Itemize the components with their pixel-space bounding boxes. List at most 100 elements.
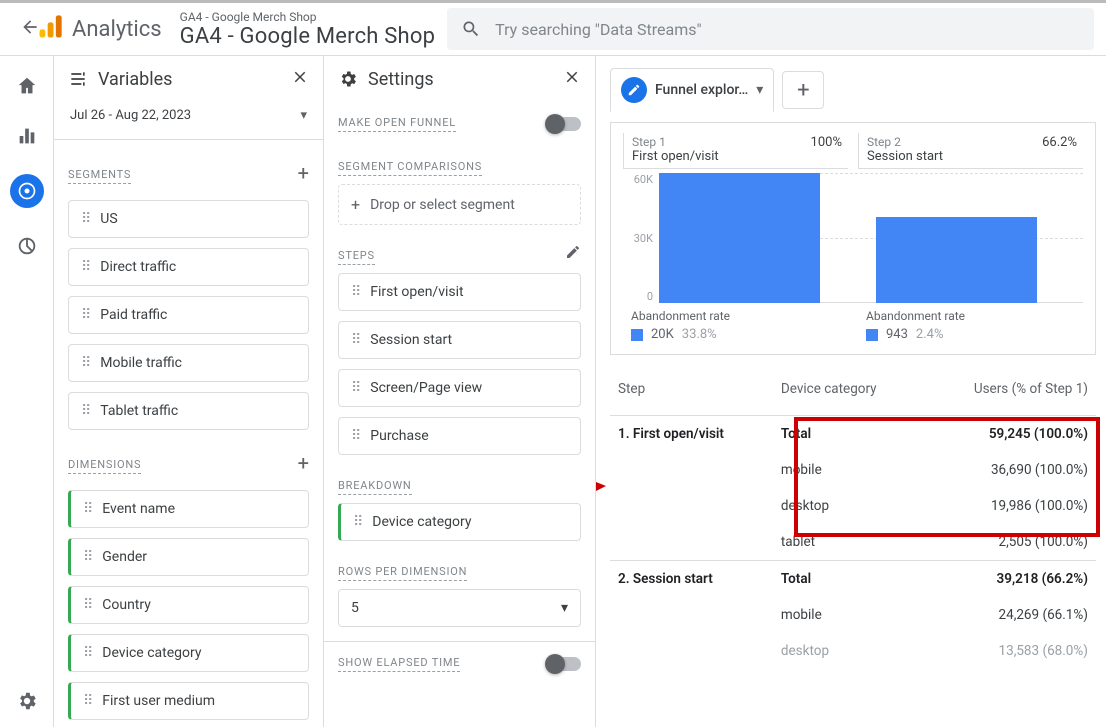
- dimension-chip[interactable]: ⠿Event name: [68, 490, 309, 528]
- table-row: mobile24,269 (66.1%): [610, 597, 1096, 633]
- nav-admin-icon[interactable]: [15, 689, 39, 713]
- ga-logo-icon: [36, 13, 64, 45]
- analytics-wordmark: Analytics: [72, 17, 162, 42]
- drag-handle-icon: ⠿: [83, 549, 92, 565]
- property-big-label: GA4 - Google Merch Shop: [180, 24, 436, 49]
- drag-handle-icon: ⠿: [81, 355, 90, 371]
- segment-label: Mobile traffic: [100, 355, 182, 371]
- exploration-tab[interactable]: Funnel explor… ▾: [610, 68, 774, 112]
- property-small-label: GA4 - Google Merch Shop: [180, 10, 436, 24]
- drop-segment-label: Drop or select segment: [370, 197, 515, 213]
- drag-handle-icon: ⠿: [81, 211, 90, 227]
- dimension-chip[interactable]: ⠿ Country: [68, 586, 309, 624]
- breakdown-chip[interactable]: ⠿ Device category: [338, 503, 581, 541]
- search-placeholder: Try searching "Data Streams": [495, 20, 702, 39]
- add-segment-button[interactable]: +: [298, 161, 309, 185]
- step-label: Session start: [370, 332, 452, 348]
- segment-chip[interactable]: ⠿ US: [68, 200, 309, 238]
- y-axis-ticks: 60K 30K 0: [623, 173, 653, 303]
- back-icon[interactable]: [12, 9, 32, 49]
- drop-segment-zone[interactable]: + Drop or select segment: [338, 184, 581, 225]
- date-range-selector[interactable]: Jul 26 - Aug 22, 2023 ▾: [68, 102, 309, 125]
- drag-handle-icon: ⠿: [83, 693, 92, 709]
- segment-label: Paid traffic: [100, 307, 167, 323]
- elapsed-time-label: SHOW ELAPSED TIME: [338, 656, 460, 672]
- property-selector[interactable]: GA4 - Google Merch Shop GA4 - Google Mer…: [180, 10, 436, 49]
- close-variables-button[interactable]: [291, 68, 309, 90]
- segments-heading: SEGMENTS: [68, 168, 131, 184]
- segment-chip[interactable]: ⠿ Direct traffic: [68, 248, 309, 286]
- funnel-step-header: Step 2Session start66.2%: [858, 133, 1083, 169]
- step-label: Screen/Page view: [370, 380, 482, 396]
- col-users: Users (% of Step 1): [922, 371, 1096, 416]
- add-dimension-button[interactable]: +: [298, 451, 309, 475]
- dimension-chip[interactable]: ⠿ Device category: [68, 634, 309, 672]
- dimension-label: Device category: [102, 645, 201, 661]
- edit-steps-button[interactable]: [565, 244, 581, 264]
- variables-title: Variables: [98, 69, 281, 90]
- funnel-data-table: Step Device category Users (% of Step 1)…: [610, 371, 1096, 669]
- step-chip[interactable]: ⠿ Purchase: [338, 417, 581, 455]
- edit-tab-icon: [621, 77, 647, 103]
- abandonment-meta: Abandonment rate20K33.8%: [623, 309, 848, 342]
- segment-label: US: [100, 211, 117, 227]
- table-group-row: 1. First open/visitTotal59,245 (100.0%): [610, 416, 1096, 453]
- segment-chip[interactable]: ⠿Tablet traffic: [68, 392, 309, 430]
- col-step: Step: [610, 371, 773, 416]
- segment-label: Tablet traffic: [100, 403, 178, 419]
- drag-handle-icon: ⠿: [81, 259, 90, 275]
- funnel-bar: [659, 173, 820, 303]
- nav-reports-icon[interactable]: [15, 124, 39, 148]
- segment-comparisons-label: SEGMENT COMPARISONS: [338, 160, 482, 176]
- segment-chip[interactable]: ⠿ Mobile traffic: [68, 344, 309, 382]
- rows-per-dim-select[interactable]: 5 ▾: [338, 589, 581, 627]
- elapsed-time-toggle[interactable]: [547, 657, 581, 671]
- funnel-step-header: Step 1First open/visit100%: [623, 133, 848, 169]
- funnel-chart: Step 1First open/visit100% Step 2Session …: [610, 122, 1096, 355]
- table-row: desktop13,583 (68.0%): [610, 633, 1096, 669]
- table-row: desktop19,986 (100.0%): [610, 488, 1096, 524]
- step-label: Purchase: [370, 428, 428, 444]
- dimension-label: Country: [102, 597, 151, 613]
- close-settings-button[interactable]: [563, 68, 581, 90]
- dimension-label: Gender: [102, 549, 147, 565]
- drag-handle-icon: ⠿: [351, 332, 360, 348]
- drag-handle-icon: ⠿: [83, 645, 92, 661]
- dimension-label: First user medium: [102, 693, 215, 709]
- segment-label: Direct traffic: [100, 259, 176, 275]
- search-input[interactable]: Try searching "Data Streams": [447, 8, 1094, 50]
- table-row: mobile36,690 (100.0%): [610, 452, 1096, 488]
- nav-explore-icon[interactable]: [10, 174, 44, 208]
- step-chip[interactable]: ⠿ Session start: [338, 321, 581, 359]
- drag-handle-icon: ⠿: [353, 514, 362, 530]
- nav-home-icon[interactable]: [15, 74, 39, 98]
- rows-per-dim-label: ROWS PER DIMENSION: [338, 565, 467, 581]
- drag-handle-icon: ⠿: [351, 380, 360, 396]
- table-group-row: 2. Session startTotal39,218 (66.2%): [610, 561, 1096, 598]
- breakdown-heading: BREAKDOWN: [338, 479, 412, 495]
- tab-label: Funnel explor…: [655, 82, 748, 98]
- dropdown-icon: ▾: [561, 600, 568, 616]
- funnel-bar: [876, 217, 1037, 303]
- breakdown-chip-label: Device category: [372, 514, 471, 530]
- nav-advertising-icon[interactable]: [15, 234, 39, 258]
- rows-per-dim-value: 5: [351, 600, 359, 616]
- dimension-chip[interactable]: ⠿ First user medium: [68, 682, 309, 720]
- drag-handle-icon: ⠿: [351, 428, 360, 444]
- drag-handle-icon: ⠿: [83, 597, 92, 613]
- open-funnel-label: MAKE OPEN FUNNEL: [338, 116, 456, 132]
- step-chip[interactable]: ⠿ Screen/Page view: [338, 369, 581, 407]
- dimension-label: Event name: [102, 501, 175, 517]
- dimension-chip[interactable]: ⠿ Gender: [68, 538, 309, 576]
- step-chip[interactable]: ⠿ First open/visit: [338, 273, 581, 311]
- segment-chip[interactable]: ⠿Paid traffic: [68, 296, 309, 334]
- drag-handle-icon: ⠿: [351, 284, 360, 300]
- open-funnel-toggle[interactable]: [547, 117, 581, 131]
- settings-title: Settings: [368, 69, 553, 90]
- settings-icon: [338, 69, 358, 89]
- add-tab-button[interactable]: +: [782, 71, 824, 109]
- tab-menu-icon[interactable]: ▾: [756, 82, 763, 98]
- dropdown-icon: ▾: [300, 108, 307, 123]
- abandonment-meta: Abandonment rate9432.4%: [858, 309, 1083, 342]
- step-label: First open/visit: [370, 284, 463, 300]
